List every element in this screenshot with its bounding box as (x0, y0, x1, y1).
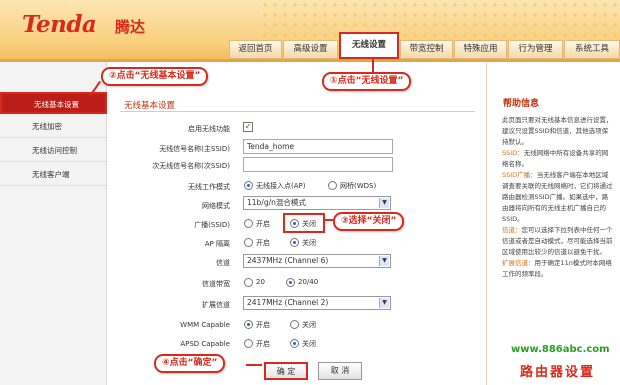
network-mode-label: 网络模式 (202, 202, 230, 210)
primary-ssid-input[interactable]: Tenda_home (243, 139, 393, 154)
broadcast-on-text: 开启 (256, 220, 270, 228)
enable-wireless-checkbox[interactable]: ✓ (243, 122, 253, 132)
ap-isolation-label: AP 隔离 (204, 240, 230, 248)
annotation-step4-arrow (246, 364, 262, 366)
tab-advanced[interactable]: 高级设置 (283, 40, 338, 59)
apsd-off-text: 关闭 (302, 340, 316, 348)
ap-isolation-on-text: 开启 (256, 239, 270, 247)
section-title: 无线基本设置 (124, 101, 176, 111)
network-mode-select[interactable]: 11b/g/n混合模式 ▼ (243, 196, 391, 210)
bandwidth-2040-radio[interactable] (286, 278, 295, 287)
ok-button[interactable]: 确 定 (264, 362, 308, 380)
primary-ssid-label: 无线信号名称(主SSID) (159, 145, 230, 153)
annotation-step2: ②点击“无线基本设置” (101, 67, 209, 86)
apsd-on-text: 开启 (256, 340, 270, 348)
channel-select[interactable]: 2437MHz (Channel 6) ▼ (243, 254, 391, 268)
watermark-url: www.886abc.com (511, 344, 610, 355)
enable-wireless-label: 启用无线功能 (188, 125, 230, 133)
apsd-on-radio[interactable] (244, 339, 253, 348)
bandwidth-20-text: 20 (256, 278, 265, 286)
annotation-step3-arrow (325, 219, 333, 221)
tab-wireless[interactable]: 无线设置 (339, 32, 399, 59)
bandwidth-2040-text: 20/40 (298, 278, 319, 286)
channel-label: 信道 (216, 259, 230, 267)
apsd-label: APSD Capable (180, 340, 230, 348)
network-mode-value: 11b/g/n混合模式 (247, 198, 306, 207)
secondary-ssid-label: 次无线信号名称(次SSID) (152, 162, 230, 170)
help-broadcast-label: SSID广播： (502, 171, 537, 179)
help-body: 此页面只要对无线基本信息进行设置，建议只设置SSID和信道，其他选项保持默认。 … (502, 115, 614, 280)
secondary-ssid-input[interactable] (243, 157, 393, 172)
bandwidth-label: 信道带宽 (202, 280, 230, 288)
help-ssid-label: SSID： (502, 149, 524, 157)
header-pattern (260, 0, 620, 38)
tab-home[interactable]: 返回首页 (229, 40, 282, 59)
chevron-down-icon: ▼ (379, 298, 389, 308)
ap-isolation-off-radio[interactable] (290, 238, 299, 247)
tenda-logo: Tenda (22, 11, 97, 38)
sidebar-item-access-control[interactable]: 无线访问控制 (0, 140, 107, 162)
ap-isolation-off-text: 关闭 (302, 239, 316, 247)
tenda-logo-cn: 腾达 (115, 18, 146, 36)
sidebar-item-encryption[interactable]: 无线加密 (0, 116, 107, 138)
channel-value: 2437MHz (Channel 6) (247, 256, 329, 265)
apsd-off-radio[interactable] (290, 339, 299, 348)
watermark-text: 路由器设置 (520, 365, 596, 380)
annotation-step4: ④点击“确定” (154, 354, 226, 373)
broadcast-on-radio[interactable] (244, 219, 253, 228)
mode-ap-radio[interactable] (244, 181, 253, 190)
broadcast-off-highlight (283, 213, 325, 233)
wmm-off-radio[interactable] (290, 320, 299, 329)
ext-channel-value: 2417MHz (Channel 2) (247, 298, 329, 307)
mode-label: 无线工作模式 (188, 183, 230, 191)
annotation-step3: ③选择“关闭” (333, 212, 405, 231)
broadcast-label: 广播(SSID) (194, 221, 230, 229)
wmm-on-radio[interactable] (244, 320, 253, 329)
annotation-step1: ①点击“无线设置” (322, 72, 412, 91)
tab-behavior[interactable]: 行为管理 (508, 40, 563, 59)
wmm-on-text: 开启 (256, 321, 270, 329)
annotation-step1-arrow (372, 58, 374, 72)
tab-bandwidth[interactable]: 带宽控制 (400, 40, 453, 59)
tab-system[interactable]: 系统工具 (564, 40, 620, 59)
help-intro: 此页面只要对无线基本信息进行设置，建议只设置SSID和信道，其他选项保持默认。 (502, 116, 613, 146)
chevron-down-icon: ▼ (379, 256, 389, 266)
sidebar: 无线基本设置 无线加密 无线访问控制 无线客户端 (0, 62, 107, 385)
mode-wds-radio[interactable] (328, 181, 337, 190)
ext-channel-select[interactable]: 2417MHz (Channel 2) ▼ (243, 296, 391, 310)
tab-special[interactable]: 特殊应用 (454, 40, 507, 59)
ap-isolation-on-radio[interactable] (244, 238, 253, 247)
section-divider (120, 111, 475, 112)
bandwidth-20-radio[interactable] (244, 278, 253, 287)
mode-ap-text: 无线接入点(AP) (256, 182, 306, 190)
sidebar-item-clients[interactable]: 无线客户端 (0, 164, 107, 186)
ext-channel-label: 扩展信道 (202, 301, 230, 309)
cancel-button[interactable]: 取 消 (318, 362, 362, 380)
help-title: 帮助信息 (503, 99, 540, 109)
wmm-off-text: 关闭 (302, 321, 316, 329)
chevron-down-icon: ▼ (379, 198, 389, 208)
wmm-label: WMM Capable (180, 321, 230, 329)
mode-wds-text: 网桥(WDS) (340, 182, 377, 190)
help-ext-label: 扩展信道： (502, 259, 535, 267)
help-channel-label: 信道： (502, 226, 522, 234)
